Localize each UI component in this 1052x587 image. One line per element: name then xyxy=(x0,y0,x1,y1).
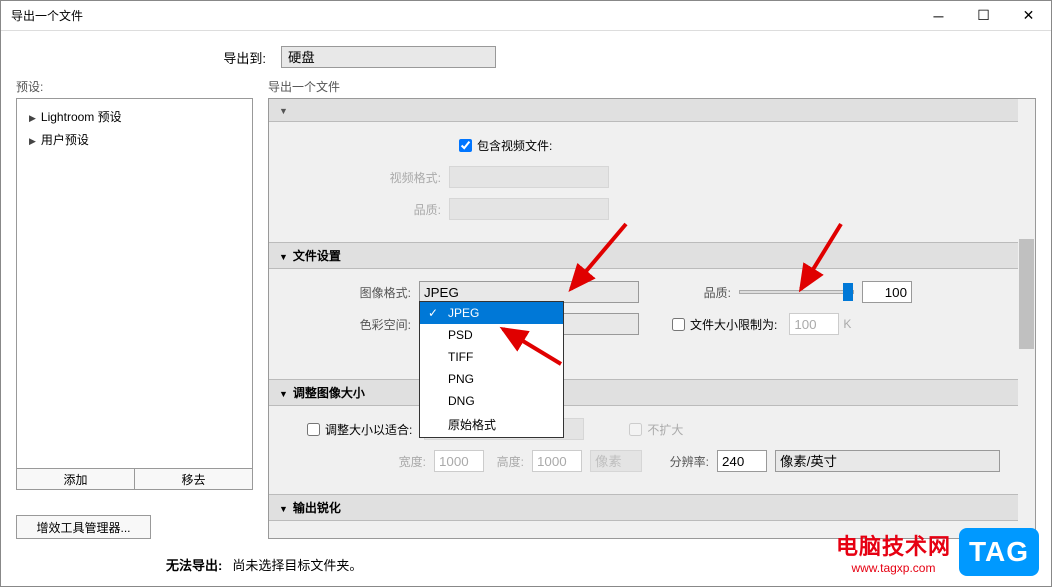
settings-panel: 包含视频文件: 视频格式: 品质: 文件设置 图像格式: xyxy=(268,98,1036,539)
resolution-label: 分辨率: xyxy=(642,453,717,470)
add-preset-button[interactable]: 添加 xyxy=(17,469,135,489)
resize-fit-checkbox[interactable] xyxy=(307,423,320,436)
dropdown-option-original[interactable]: 原始格式 xyxy=(420,412,563,437)
image-format-dropdown: JPEG PSD TIFF PNG DNG 原始格式 xyxy=(419,301,564,438)
right-header: 导出一个文件 xyxy=(268,78,1036,95)
quality-label: 品质: xyxy=(699,284,739,301)
image-format-select[interactable]: JPEG xyxy=(419,281,639,303)
limit-size-label: 文件大小限制为: xyxy=(690,316,777,333)
watermark: 电脑技术网 www.tagxp.com TAG xyxy=(836,528,1039,576)
video-section-body: 包含视频文件: 视频格式: 品质: xyxy=(269,122,1035,242)
preset-lightroom[interactable]: Lightroom 预设 xyxy=(21,105,248,128)
video-format-label: 视频格式: xyxy=(289,169,449,186)
section-header-partial[interactable] xyxy=(269,99,1035,122)
include-video-checkbox[interactable] xyxy=(459,139,472,152)
watermark-tag: TAG xyxy=(959,528,1039,576)
minimize-button[interactable]: ─ xyxy=(916,2,961,30)
height-label: 高度: xyxy=(484,453,532,470)
width-input xyxy=(434,450,484,472)
section-sharpen[interactable]: 输出锐化 xyxy=(269,494,1035,521)
presets-panel: Lightroom 预设 用户预设 xyxy=(16,98,253,469)
window-title: 导出一个文件 xyxy=(11,7,916,24)
resolution-input[interactable] xyxy=(717,450,767,472)
no-enlarge-checkbox xyxy=(629,423,642,436)
dropdown-option-jpeg[interactable]: JPEG xyxy=(420,302,563,324)
dropdown-option-png[interactable]: PNG xyxy=(420,368,563,390)
limit-size-input[interactable] xyxy=(789,313,839,335)
image-format-label: 图像格式: xyxy=(289,284,419,301)
quality-slider-thumb[interactable] xyxy=(843,283,853,301)
file-settings-body: 图像格式: JPEG 品质: 色彩空间: xyxy=(269,269,1035,357)
section-resize[interactable]: 调整图像大小 xyxy=(269,379,1035,406)
watermark-cn: 电脑技术网 xyxy=(836,529,951,561)
footer-error-text: 尚未选择目标文件夹。 xyxy=(232,555,362,574)
close-button[interactable]: ✕ xyxy=(1006,2,1051,30)
color-space-label: 色彩空间: xyxy=(289,316,419,333)
export-to-select[interactable]: 硬盘 xyxy=(281,46,496,68)
dropdown-option-dng[interactable]: DNG xyxy=(420,390,563,412)
width-label: 宽度: xyxy=(289,453,434,470)
right-column: 导出一个文件 包含视频文件: 视频格式: 品质: xyxy=(268,78,1036,539)
preset-buttons: 添加 移去 xyxy=(16,469,253,490)
resize-fit-label: 调整大小以适合: xyxy=(325,421,412,438)
quality-input[interactable] xyxy=(862,281,912,303)
dropdown-option-psd[interactable]: PSD xyxy=(420,324,563,346)
scrollbar-thumb[interactable] xyxy=(1019,239,1034,349)
main-area: 预设: Lightroom 预设 用户预设 添加 移去 增效工具管理器... 导… xyxy=(1,78,1051,547)
plugin-manager-button[interactable]: 增效工具管理器... xyxy=(16,515,151,539)
watermark-url: www.tagxp.com xyxy=(851,561,935,575)
video-format-select xyxy=(449,166,609,188)
vertical-scrollbar[interactable] xyxy=(1018,99,1035,538)
resolution-unit-select[interactable]: 像素/英寸 xyxy=(775,450,1000,472)
titlebar: 导出一个文件 ─ ☐ ✕ xyxy=(1,1,1051,31)
preset-user[interactable]: 用户预设 xyxy=(21,128,248,151)
resize-body: 调整大小以适合: 不扩大 宽度: 高度: 像素 xyxy=(269,406,1035,494)
video-quality-select xyxy=(449,198,609,220)
height-input xyxy=(532,450,582,472)
remove-preset-button[interactable]: 移去 xyxy=(135,469,252,489)
footer-error-label: 无法导出: xyxy=(166,555,222,574)
export-to-label: 导出到: xyxy=(21,48,271,67)
include-video-label: 包含视频文件: xyxy=(477,137,552,154)
limit-size-checkbox[interactable] xyxy=(672,318,685,331)
export-dialog: 导出一个文件 ─ ☐ ✕ 导出到: 硬盘 预设: Lightroom 预设 用户… xyxy=(0,0,1052,587)
maximize-button[interactable]: ☐ xyxy=(961,2,1006,30)
limit-size-unit: K xyxy=(843,317,851,331)
video-quality-label: 品质: xyxy=(289,201,449,218)
export-to-row: 导出到: 硬盘 xyxy=(1,31,1051,78)
no-enlarge-label: 不扩大 xyxy=(647,421,683,438)
section-file-settings[interactable]: 文件设置 xyxy=(269,242,1035,269)
dropdown-option-tiff[interactable]: TIFF xyxy=(420,346,563,368)
presets-label: 预设: xyxy=(16,78,253,95)
left-column: 预设: Lightroom 预设 用户预设 添加 移去 增效工具管理器... xyxy=(16,78,253,539)
resize-unit-select: 像素 xyxy=(590,450,642,472)
quality-slider[interactable] xyxy=(739,290,854,294)
